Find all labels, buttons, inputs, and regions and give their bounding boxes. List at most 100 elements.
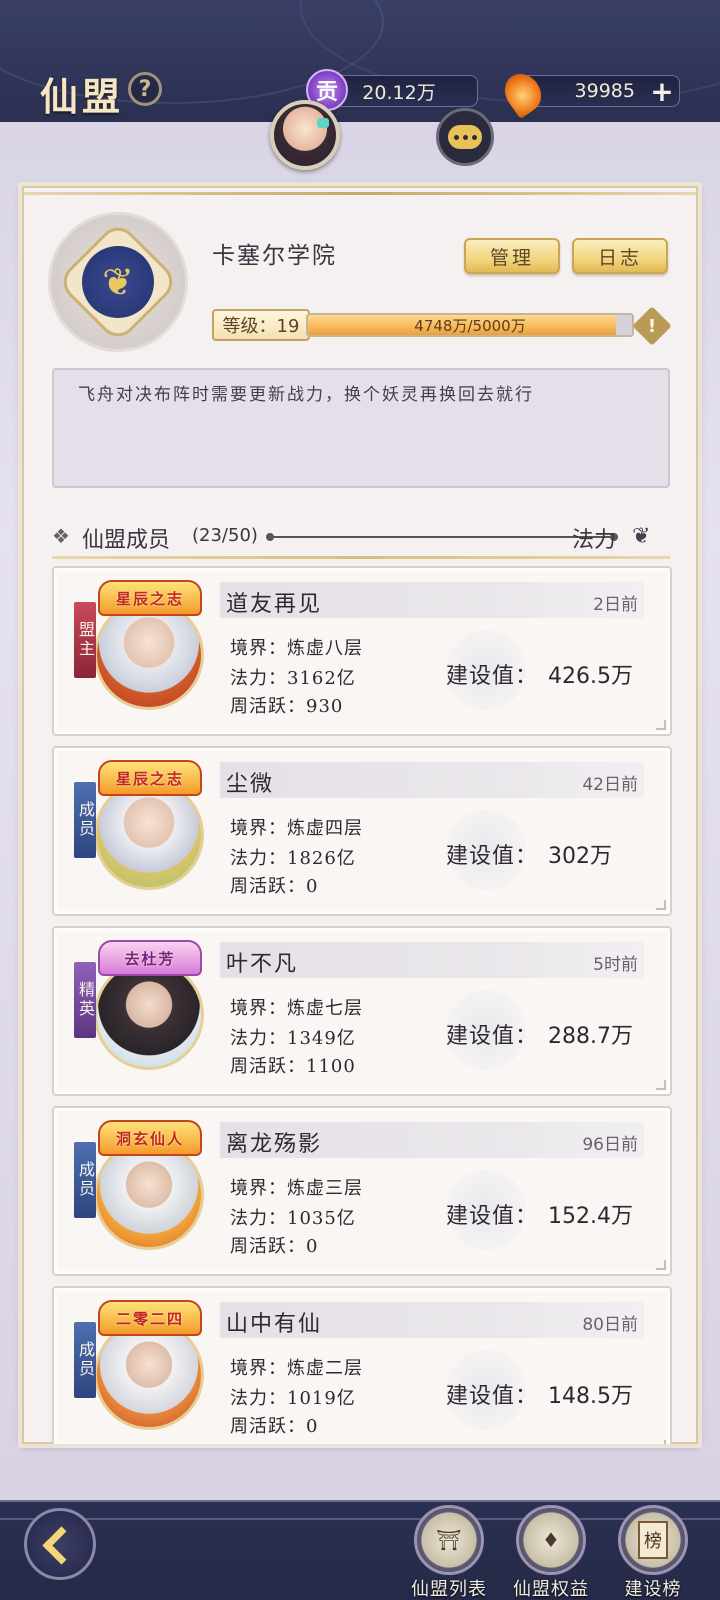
card-corner-ornament (656, 1260, 666, 1270)
member-build-label: 建设值： (446, 664, 539, 689)
member-last-seen: 80日前 (582, 1315, 638, 1335)
guild-notice: 飞舟对决布阵时需要更新战力，换个妖灵再换回去就行 (52, 368, 670, 488)
guild-emblem-icon[interactable]: ❦ (82, 246, 154, 318)
member-realm: 境界：炼虚三层 (230, 1178, 363, 1199)
manage-button[interactable]: 管理 (464, 238, 560, 274)
member-name: 尘微 (226, 772, 275, 797)
member-rank-tag: 盟主 (74, 602, 96, 678)
member-name: 离龙殇影 (226, 1132, 323, 1157)
member-rank-tag: 成员 (74, 1142, 96, 1218)
members-title: 仙盟成员 (82, 528, 171, 553)
member-last-seen: 42日前 (582, 775, 638, 795)
section-divider (266, 533, 618, 541)
nav-guild-benefits-label: 仙盟权益 (513, 1579, 589, 1600)
add-spirit-stone-button[interactable]: + (648, 75, 676, 108)
member-avatar[interactable] (94, 780, 204, 890)
guild-list-icon: ⛩ (414, 1505, 484, 1575)
build-ranking-icon: 榜 (618, 1505, 688, 1575)
back-arrow-icon (42, 1526, 78, 1562)
member-card[interactable]: 星辰之志 成员 尘微 42日前境界：炼虚四层 法力：1826亿 周活跃：0 建设值： 302万 (52, 746, 672, 916)
card-corner-ornament (656, 1440, 666, 1444)
member-card[interactable]: 二零二四 成员 山中有仙 80日前境界：炼虚二层 法力：1019亿 周活跃：0 建设值： 14… (52, 1286, 672, 1444)
member-last-seen: 2日前 (593, 595, 638, 615)
guild-notice-text: 飞舟对决布阵时需要更新战力，换个妖灵再换回去就行 (78, 385, 534, 405)
member-weekly-activity: 周活跃：0 (230, 1416, 319, 1437)
member-power: 法力：3162亿 (230, 668, 356, 689)
member-build-value: 148.5万 (548, 1384, 633, 1409)
member-name: 山中有仙 (226, 1312, 323, 1337)
member-name: 叶不凡 (226, 952, 299, 977)
guild-benefits-icon: ♦ (516, 1505, 586, 1575)
members-count: (23/50) (192, 525, 258, 546)
card-corner-ornament (656, 900, 666, 910)
member-avatar[interactable] (94, 1320, 204, 1430)
member-rank-tag: 成员 (74, 1322, 96, 1398)
sort-chevron-icon[interactable]: ❦ (632, 524, 672, 549)
member-rank-tag: 精英 (74, 962, 96, 1038)
nav-build-ranking-label: 建设榜 (624, 1579, 682, 1600)
avatar-frame-badge: 星辰之志 (98, 580, 202, 616)
diamond-icon: ❖ (52, 524, 70, 548)
avatar-frame-badge: 去杜芳 (98, 940, 202, 976)
member-last-seen: 96日前 (582, 1135, 638, 1155)
guild-exp-bar: 4748万/5000万 (306, 313, 634, 337)
member-build-value: 426.5万 (548, 664, 633, 689)
avatar-frame-badge: 二零二四 (98, 1300, 202, 1336)
nav-guild-list-label: 仙盟列表 (411, 1579, 487, 1600)
member-last-seen: 5时前 (593, 955, 638, 975)
guild-name: 卡塞尔学院 (212, 243, 337, 269)
member-avatar[interactable] (94, 1140, 204, 1250)
help-icon[interactable]: ? (128, 72, 162, 106)
member-build-value: 288.7万 (548, 1024, 633, 1049)
member-build-label: 建设值： (446, 1204, 539, 1229)
ranking-scroll-icon: 榜 (638, 1521, 668, 1559)
section-underline (52, 556, 670, 559)
member-power: 法力：1826亿 (230, 848, 356, 869)
nav-guild-list[interactable]: ⛩ 仙盟列表 (404, 1505, 494, 1600)
chat-bubble-icon (448, 125, 482, 149)
member-weekly-activity: 周活跃：930 (230, 696, 344, 717)
members-section-header: ❖ 仙盟成员 (23/50) 法力 ❦ (52, 522, 672, 554)
member-avatar[interactable] (94, 600, 204, 710)
spirit-stone-value: 39985 (574, 80, 635, 102)
member-card[interactable]: 洞玄仙人 成员 离龙殇影 96日前境界：炼虚三层 法力：1035亿 周活跃：0 建设值： 15… (52, 1106, 672, 1276)
avatar-frame-badge: 洞玄仙人 (98, 1120, 202, 1156)
member-power: 法力：1019亿 (230, 1388, 356, 1409)
member-build-value: 152.4万 (548, 1204, 633, 1229)
page-title: 仙盟 (40, 74, 125, 119)
member-build-value: 302万 (548, 844, 612, 869)
member-weekly-activity: 周活跃：0 (230, 1236, 319, 1257)
member-card[interactable]: 星辰之志 盟主 道友再见 2日前境界：炼虚八层 法力：3162亿 周活跃：930 建设值： 4… (52, 566, 672, 736)
card-corner-ornament (656, 720, 666, 730)
panel-top-ornament (24, 192, 696, 195)
member-weekly-activity: 周活跃：0 (230, 876, 319, 897)
player-avatar[interactable] (270, 100, 340, 170)
contribution-value: 20.12万 (362, 81, 436, 104)
member-weekly-activity: 周活跃：1100 (230, 1056, 356, 1077)
member-card[interactable]: 去杜芳 精英 叶不凡 5时前境界：炼虚七层 法力：1349亿 周活跃：1100 建设值： 28… (52, 926, 672, 1096)
log-button[interactable]: 日志 (572, 238, 668, 274)
back-button[interactable] (24, 1508, 96, 1580)
guild-level: 等级：19 (212, 309, 310, 341)
warning-icon[interactable]: ! (638, 312, 666, 340)
member-realm: 境界：炼虚七层 (230, 998, 363, 1019)
member-power: 法力：1349亿 (230, 1028, 356, 1049)
member-realm: 境界：炼虚八层 (230, 638, 363, 659)
nav-build-ranking[interactable]: 榜 建设榜 (608, 1505, 698, 1600)
member-realm: 境界：炼虚二层 (230, 1358, 363, 1379)
card-corner-ornament (656, 1080, 666, 1090)
sort-label[interactable]: 法力 (572, 522, 616, 554)
member-build-label: 建设值： (446, 1024, 539, 1049)
member-realm: 境界：炼虚四层 (230, 818, 363, 839)
member-avatar[interactable] (94, 960, 204, 1070)
member-list[interactable]: 星辰之志 盟主 道友再见 2日前 境界：炼虚八层 法力：3162亿 周活跃：930 建设值： 4… (22, 566, 698, 1444)
member-name: 道友再见 (226, 592, 323, 617)
member-build-label: 建设值： (446, 844, 539, 869)
guild-exp-text: 4748万/5000万 (414, 316, 526, 335)
member-build-label: 建设值： (446, 1384, 539, 1409)
member-power: 法力：1035亿 (230, 1208, 356, 1229)
chat-button[interactable] (436, 108, 494, 166)
avatar-frame-badge: 星辰之志 (98, 760, 202, 796)
nav-guild-benefits[interactable]: ♦ 仙盟权益 (506, 1505, 596, 1600)
member-rank-tag: 成员 (74, 782, 96, 858)
